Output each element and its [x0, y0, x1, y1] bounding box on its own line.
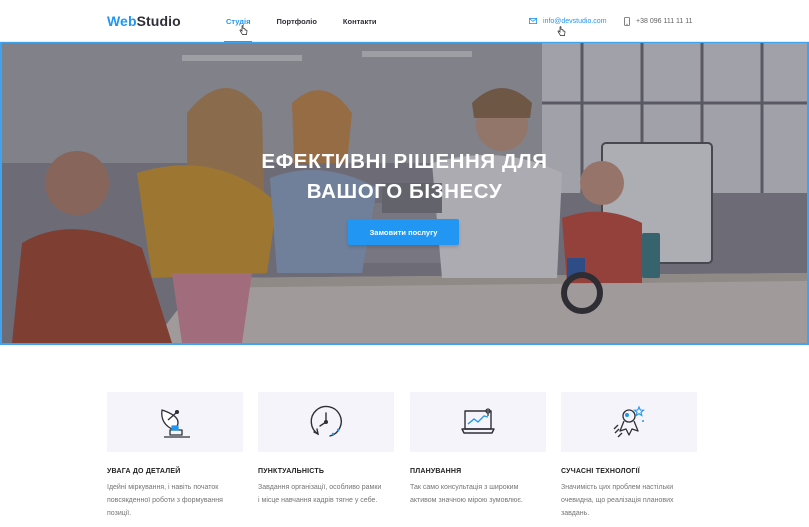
feature-text: Значимість цих проблем настільки очевидн… — [561, 481, 697, 520]
feature-text-line: активом значною мірою зумовлює. — [410, 497, 523, 504]
phone-link[interactable]: +38 096 111 11 11 — [624, 16, 693, 26]
clock-icon — [310, 405, 342, 437]
phone-icon — [624, 16, 630, 26]
site-header: WebStudio Студія Портфоліо Контакти info… — [0, 0, 809, 43]
feature-title: Планування — [410, 468, 462, 475]
feature-text-line: Ідейні міркування, і навіть початок — [107, 484, 219, 491]
feature-text: Ідейні міркування, і навіть початок повс… — [107, 481, 243, 520]
feature-text-line: і місце навчання кадрів тягне у себе. — [258, 497, 378, 504]
feature-card: Сучасні технології Значимість цих пробле… — [561, 392, 697, 520]
feature-text-line: очевидна, що реалізація планових — [561, 497, 674, 504]
email-contact: info@devstudio.com — [529, 0, 607, 42]
phone-contact: +38 096 111 11 11 — [624, 0, 693, 42]
feature-icon-box — [561, 392, 697, 452]
feature-icon-box — [107, 392, 243, 452]
feature-title: Сучасні технології — [561, 468, 640, 475]
feature-title: Пунктуальність — [258, 468, 325, 475]
nav-item-contacts[interactable]: Контакти — [343, 0, 377, 42]
feature-title: Увага до деталей — [107, 468, 181, 475]
feature-text-line: повсякденної роботи з формування — [107, 497, 223, 504]
logo-studio: Studio — [136, 13, 181, 29]
main-nav: Студія Портфоліо Контакти — [223, 0, 402, 43]
features-section: Увага до деталей Ідейні міркування, і на… — [107, 392, 697, 527]
hand-cursor-icon — [239, 25, 248, 35]
feature-text-line: завдань. — [561, 510, 590, 517]
analytics-laptop-icon — [461, 408, 495, 434]
feature-text: Завдання організації, особливо рамки і м… — [258, 481, 394, 507]
email-link[interactable]: info@devstudio.com — [529, 18, 607, 25]
hero-section: Ефективні рішення для вашого бізнесу Зам… — [0, 42, 809, 345]
email-text: info@devstudio.com — [543, 17, 607, 25]
feature-text-line: позиції. — [107, 510, 132, 517]
feature-card: Пунктуальність Завдання організації, осо… — [258, 392, 394, 507]
feature-icon-box — [258, 392, 394, 452]
hand-cursor-icon — [557, 26, 566, 36]
feature-icon-box — [410, 392, 546, 452]
mail-icon — [529, 18, 537, 24]
nav-item-portfolio[interactable]: Портфоліо — [276, 0, 316, 42]
logo-web: Web — [107, 13, 137, 29]
order-service-button[interactable]: Замовити послугу — [348, 219, 459, 245]
hero-title: Ефективні рішення для вашого бізнесу — [2, 147, 807, 207]
hero-title-line-1: Ефективні рішення для — [261, 150, 548, 173]
feature-card: Увага до деталей Ідейні міркування, і на… — [107, 392, 243, 520]
logo[interactable]: WebStudio — [107, 13, 181, 29]
feature-text-line: Так само консультація з широким — [410, 484, 519, 491]
feature-text-line: Завдання організації, особливо рамки — [258, 484, 382, 491]
phone-text: +38 096 111 11 11 — [636, 17, 693, 25]
hero-title-line-2: вашого бізнесу — [306, 180, 503, 203]
satellite-dish-icon — [161, 409, 190, 438]
feature-card: Планування Так само консультація з широк… — [410, 392, 546, 507]
feature-text-line: Значимість цих проблем настільки — [561, 484, 674, 491]
feature-text: Так само консультація з широким активом … — [410, 481, 546, 507]
astronaut-icon — [613, 405, 645, 438]
